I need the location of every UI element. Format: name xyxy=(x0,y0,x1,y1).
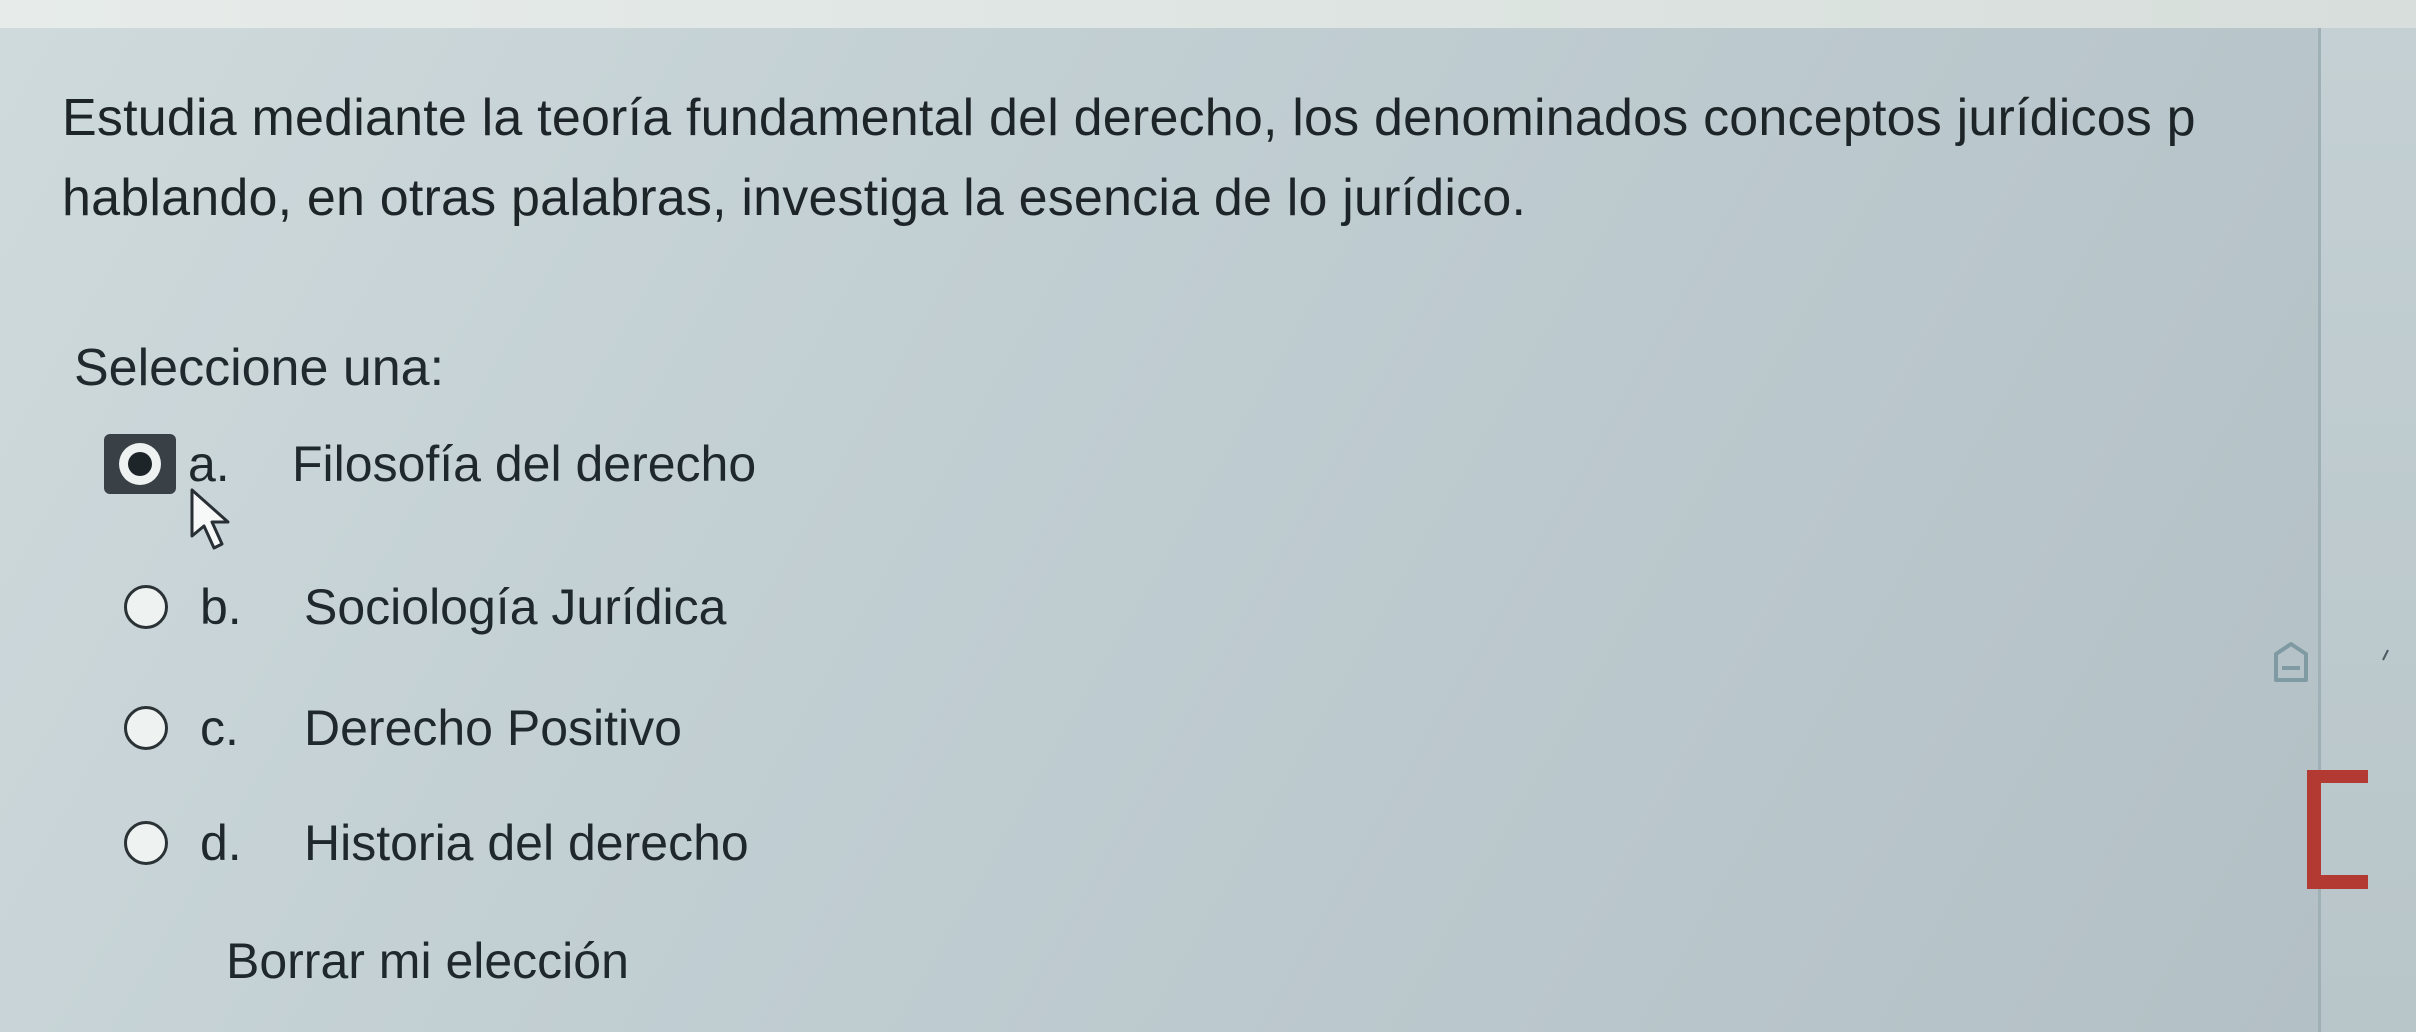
flag-outline-icon[interactable] xyxy=(2268,640,2314,686)
option-label: Sociología Jurídica xyxy=(304,579,727,635)
option-letter: c. xyxy=(200,700,239,756)
screen: Estudia mediante la teoría fundamental d… xyxy=(0,0,2416,1032)
tick-mark-icon xyxy=(2382,649,2389,661)
option-letter: d. xyxy=(200,815,242,871)
question-line-1: Estudia mediante la teoría fundamental d… xyxy=(62,89,2196,147)
option-c[interactable]: c. Derecho Positivo xyxy=(124,698,682,758)
option-a[interactable]: a. Filosofía del derecho xyxy=(104,434,757,494)
clear-choice-link[interactable]: Borrar mi elección xyxy=(226,932,629,990)
top-strip xyxy=(0,0,2416,30)
question-line-2: hablando, en otras palabras, investiga l… xyxy=(62,169,1527,227)
radio-button[interactable] xyxy=(124,706,168,750)
option-letter: a. xyxy=(188,436,230,492)
select-prompt: Seleccione una: xyxy=(74,339,445,397)
question-text: Estudia mediante la teoría fundamental d… xyxy=(62,78,2416,238)
mouse-pointer-icon xyxy=(190,488,230,550)
radio-button[interactable] xyxy=(124,821,168,865)
bracket-icon xyxy=(2307,770,2368,889)
option-label: Derecho Positivo xyxy=(304,700,682,756)
option-d[interactable]: d. Historia del derecho xyxy=(124,813,749,873)
option-b[interactable]: b. Sociología Jurídica xyxy=(124,577,726,637)
option-label: Filosofía del derecho xyxy=(292,436,757,492)
option-letter: b. xyxy=(200,579,242,635)
option-label: Historia del derecho xyxy=(304,815,749,871)
radio-button-selected[interactable] xyxy=(104,434,176,494)
radio-button[interactable] xyxy=(124,585,168,629)
